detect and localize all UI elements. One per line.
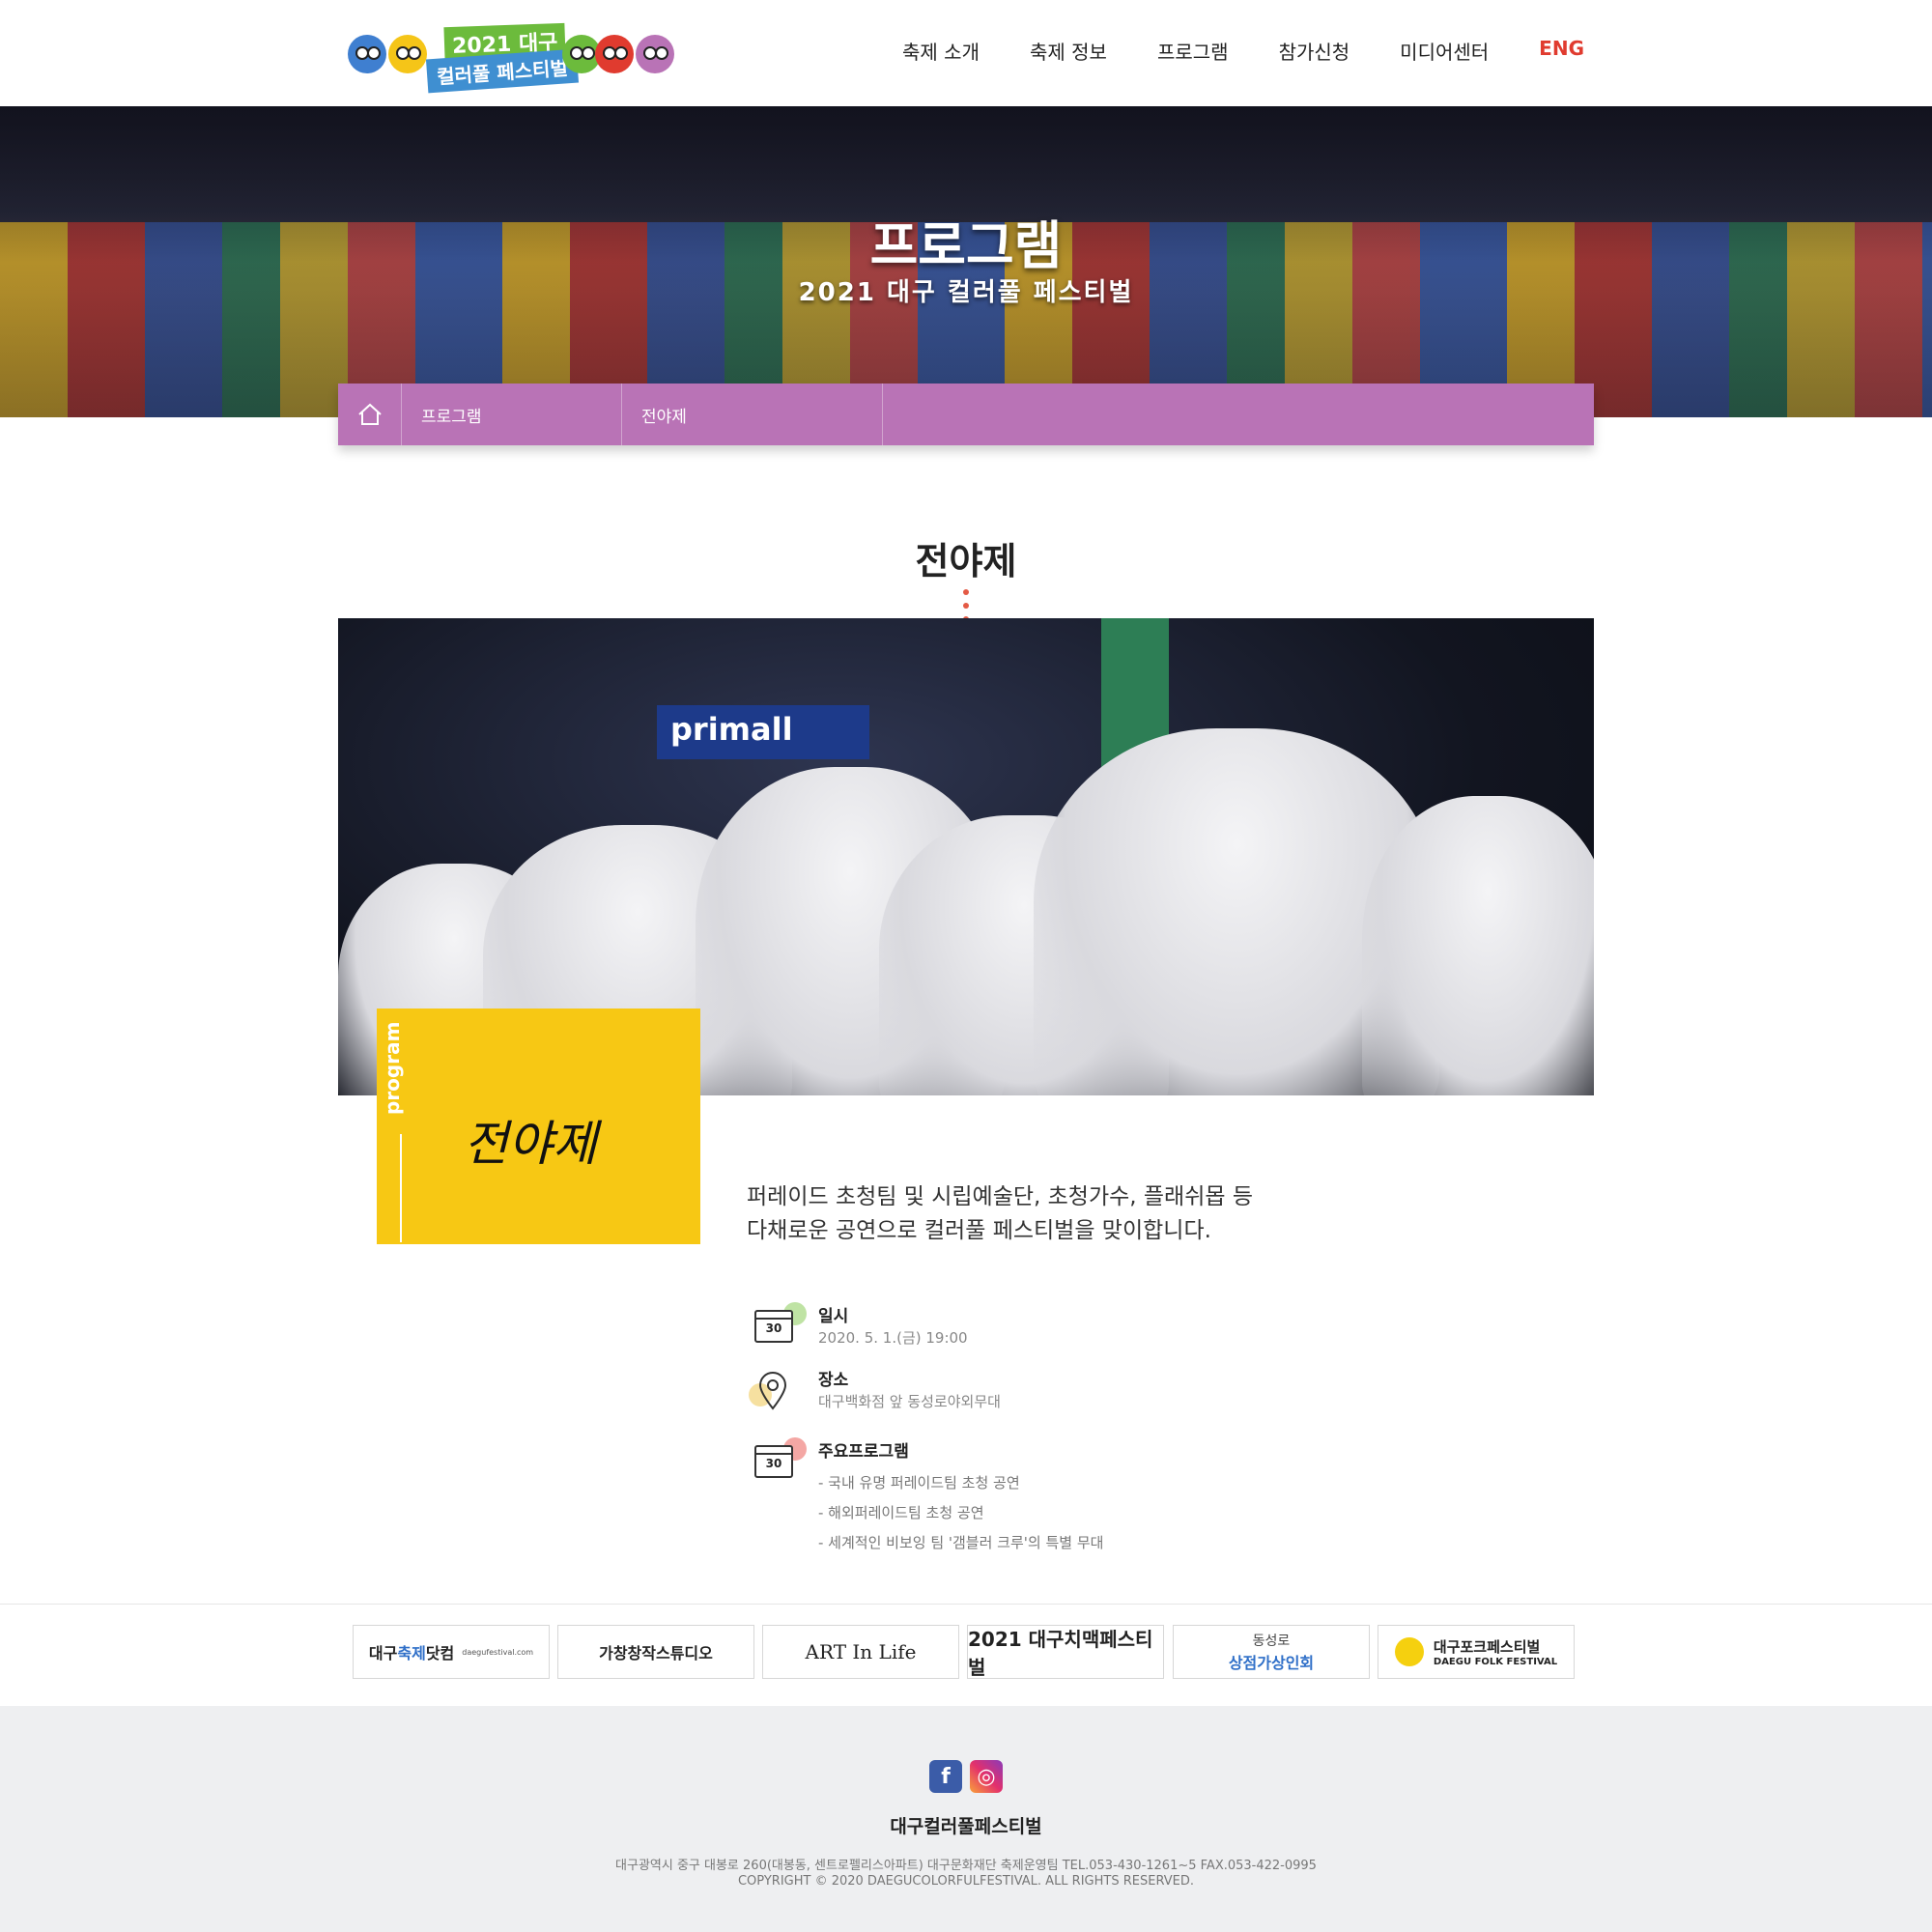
logo-dot-blue [348,35,386,73]
hero-subtitle: 2021 대구 컬러풀 페스티벌 [798,278,1134,307]
info-place: 장소 대구백화점 앞 동성로야외무대 [749,1366,1425,1414]
nav-media-center[interactable]: 미디어센터 [1400,37,1489,65]
photo-dancer [1362,796,1594,1095]
pin-shape [758,1372,787,1410]
nav-festival-intro[interactable]: 축제 소개 [902,37,980,65]
breadcrumb-item-program[interactable]: 프로그램 [402,384,622,445]
logo-dot-red [595,35,634,73]
calendar-icon: 30 [749,1302,807,1350]
program-label-box: program 전야제 [377,1009,700,1244]
partner-name: 대구포크페스티벌 [1433,1638,1541,1656]
description-line: 다채로운 공연으로 컬러풀 페스티벌을 맞이합니다. [747,1218,1211,1243]
main-nav: 축제 소개 축제 정보 프로그램 참가신청 미디어센터 ENG [852,37,1584,65]
section-title: 전야제 [915,540,1017,582]
location-pin-icon [749,1366,797,1414]
footer-address: 대구광역시 중구 대봉로 260(대봉동, 센트로펠리스아파트) 대구문화재단 … [615,1859,1317,1873]
partner-name: 동성로 [1252,1634,1291,1649]
partner-name: 닷컴 [425,1644,455,1662]
social-links: f ◎ [929,1760,1003,1793]
partner-dongseongro-merchants[interactable]: 동성로 상점가상인회 [1173,1625,1370,1679]
nav-festival-info[interactable]: 축제 정보 [1030,37,1107,65]
calendar-day: 30 [765,1321,782,1335]
logo-dot-purple [636,35,674,73]
partner-name: 가창창작스튜디오 [599,1644,713,1662]
partner-sub: DAEGU FOLK FESTIVAL [1433,1657,1558,1667]
partner-name: 대구 [368,1644,398,1662]
facebook-icon[interactable]: f [929,1760,962,1793]
partner-sub: daegufestival.com [462,1647,534,1657]
info-program-label: 주요프로그램 [818,1442,909,1462]
calendar-day: 30 [765,1457,782,1470]
label-line [400,1134,402,1242]
folk-logo-icon [1394,1637,1424,1666]
photo-sign: primall [657,705,869,759]
nav-english[interactable]: ENG [1539,37,1584,65]
list-item: - 국내 유명 퍼레이드팀 초청 공연 [818,1474,1020,1492]
script-title: 전야제 [464,1116,597,1172]
partner-art-in-life[interactable]: ART In Life [762,1625,959,1679]
breadcrumb: 프로그램 전야제 [338,384,1594,445]
hero-title: 프로그램 [869,215,1063,276]
hero-banner: 프로그램 2021 대구 컬러풀 페스티벌 [0,106,1932,417]
description-line: 퍼레이드 초청팀 및 시립예술단, 초청가수, 플래쉬몹 등 [747,1184,1254,1209]
info-place-label: 장소 [818,1371,849,1390]
home-icon [357,403,382,425]
info-date: 30 일시 2020. 5. 1.(금) 19:00 [749,1302,1425,1350]
info-date-value: 2020. 5. 1.(금) 19:00 [818,1329,968,1347]
nav-program[interactable]: 프로그램 [1157,37,1229,65]
instagram-icon[interactable]: ◎ [970,1760,1003,1793]
partner-gachang-studio[interactable]: 가창창작스튜디오 [557,1625,754,1679]
footer-title: 대구컬러풀페스티벌 [890,1816,1042,1837]
partner-name: ART In Life [805,1640,917,1663]
breadcrumb-item-eve[interactable]: 전야제 [622,384,883,445]
site-header: 2021 대구 컬러풀 페스티벌 축제 소개 축제 정보 프로그램 참가신청 미… [0,0,1932,106]
partner-name: 축제 [397,1644,426,1662]
list-item: - 세계적인 비보잉 팀 '갬블러 크루'의 특별 무대 [818,1534,1104,1551]
program-tag: program [381,1021,404,1115]
partner-daegufestival[interactable]: 대구 축제 닷컴 daegufestival.com [353,1625,550,1679]
info-date-label: 일시 [818,1307,849,1326]
festival-logo[interactable]: 2021 대구 컬러풀 페스티벌 [348,21,676,94]
partner-name: 2021 대구치맥페스티벌 [968,1628,1153,1679]
partner-strip [0,1604,1932,1706]
info-program-list: - 국내 유명 퍼레이드팀 초청 공연 - 해외퍼레이드팀 초청 공연 - 세계… [818,1472,1103,1562]
list-item: - 해외퍼레이드팀 초청 공연 [818,1504,984,1521]
calendar-shape: 30 [754,1310,793,1343]
partner-name: 상점가상인회 [1228,1654,1315,1672]
info-place-value: 대구백화점 앞 동성로야외무대 [818,1393,1001,1410]
nav-apply[interactable]: 참가신청 [1279,37,1350,65]
program-description: 퍼레이드 초청팀 및 시립예술단, 초청가수, 플래쉬몹 등 다채로운 공연으로… [747,1180,1423,1248]
footer-copyright: COPYRIGHT © 2020 DAEGUCOLORFULFESTIVAL. … [737,1874,1195,1889]
calendar-icon: 30 [749,1437,807,1486]
partner-chimac-festival[interactable]: 2021 대구치맥페스티벌 [967,1625,1164,1679]
info-program: 30 주요프로그램 - 국내 유명 퍼레이드팀 초청 공연 - 해외퍼레이드팀 … [749,1437,1425,1553]
partner-folk-festival[interactable]: 대구포크페스티벌 DAEGU FOLK FESTIVAL [1378,1625,1575,1679]
calendar-shape: 30 [754,1445,793,1478]
logo-dot-yellow [388,35,427,73]
breadcrumb-home[interactable] [338,384,402,445]
partner-name-group: 대구포크페스티벌 DAEGU FOLK FESTIVAL [1434,1636,1557,1667]
